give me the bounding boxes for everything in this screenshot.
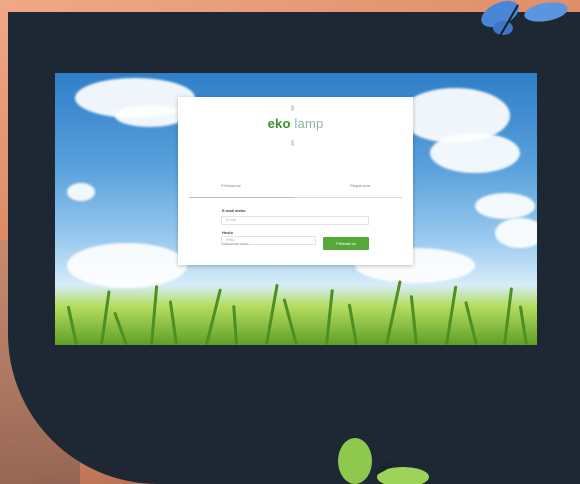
logo: eko lamp (267, 116, 324, 131)
forgot-password-link[interactable]: Zabudli ste heslo (222, 242, 248, 246)
grass-field (55, 275, 537, 345)
app-screenshot: eko lamp Prihlasenie Registracia E-mail … (55, 73, 537, 345)
email-input[interactable]: E-mail (221, 216, 369, 225)
logo-mark-top (291, 105, 294, 111)
tab-login[interactable]: Prihlasenie (221, 183, 241, 188)
butterfly-icon-blue (481, 0, 568, 37)
butterfly-icon-green (338, 438, 429, 484)
logo-mark-bottom (291, 140, 294, 146)
tab-register[interactable]: Registracia (350, 183, 370, 188)
email-label: E-mail alebo (222, 208, 246, 213)
login-card: eko lamp Prihlasenie Registracia E-mail … (178, 97, 413, 265)
active-tab-indicator (189, 197, 294, 198)
login-button[interactable]: Prihlasit sa (323, 237, 369, 250)
password-label: Heslo (222, 230, 233, 235)
tab-bar: Prihlasenie Registracia (189, 179, 402, 198)
